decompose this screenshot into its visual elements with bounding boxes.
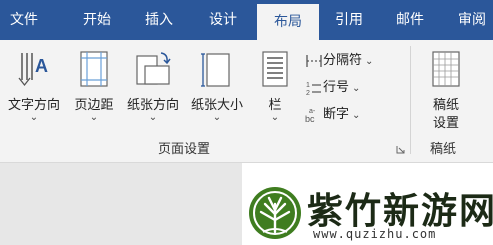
breaks-label: 分隔符 bbox=[323, 53, 363, 68]
chevron-down-icon: ⌄ bbox=[212, 112, 222, 123]
chevron-down-icon: ⌄ bbox=[148, 112, 158, 123]
margins-icon bbox=[80, 51, 108, 87]
site-watermark: 紫竹新游网 www.quzizhu.com bbox=[243, 180, 493, 245]
size-label: 纸张大小 bbox=[190, 98, 243, 113]
tab-layout[interactable]: 布局 bbox=[257, 4, 319, 40]
bamboo-tree-logo-icon bbox=[249, 187, 301, 239]
manuscript-label-line1: 稿纸 bbox=[432, 98, 459, 113]
chevron-down-icon: ⌄ bbox=[365, 56, 374, 67]
line-numbers-button[interactable]: 1 2 行号 ⌄ bbox=[305, 77, 360, 99]
tab-design[interactable]: 设计 bbox=[196, 0, 250, 40]
document-background bbox=[0, 163, 242, 245]
breaks-button[interactable]: 分隔符 ⌄ bbox=[305, 50, 373, 72]
margins-label: 页边距 bbox=[74, 98, 114, 113]
chevron-down-icon: ⌄ bbox=[89, 112, 99, 123]
svg-text:2: 2 bbox=[306, 90, 310, 96]
tab-file[interactable]: 文件 bbox=[0, 0, 48, 40]
line-numbers-icon: 1 2 bbox=[306, 82, 321, 96]
chevron-down-icon: ⌄ bbox=[29, 112, 39, 123]
ribbon-tab-bar: 文件 开始 插入 设计 布局 引用 邮件 审阅 bbox=[0, 0, 493, 40]
manuscript-label-line2: 设置 bbox=[432, 116, 459, 131]
manuscript-settings-button[interactable]: 稿纸 设置 bbox=[418, 40, 474, 136]
line-numbers-label: 行号 bbox=[323, 80, 350, 95]
hyphenation-icon: a- bc bbox=[305, 108, 316, 123]
ribbon-layout: A 文字方向 ⌄ 页边距 ⌄ 纸张方向 ⌄ 纸张大小 ⌄ 栏 ⌄ 分隔符 ⌄ 1… bbox=[0, 40, 493, 163]
svg-text:A: A bbox=[35, 56, 48, 76]
svg-text:1: 1 bbox=[306, 82, 310, 89]
chevron-down-icon: ⌄ bbox=[352, 110, 361, 121]
manuscript-paper-icon bbox=[432, 51, 460, 87]
tab-references[interactable]: 引用 bbox=[322, 0, 376, 40]
svg-text:bc: bc bbox=[305, 114, 315, 123]
margins-button[interactable]: 页边距 ⌄ bbox=[66, 40, 122, 136]
tab-mailings[interactable]: 邮件 bbox=[383, 0, 437, 40]
tab-insert[interactable]: 插入 bbox=[132, 0, 186, 40]
group-separator bbox=[410, 46, 411, 154]
columns-button[interactable]: 栏 ⌄ bbox=[255, 40, 295, 136]
size-button[interactable]: 纸张大小 ⌄ bbox=[185, 40, 249, 136]
chevron-down-icon: ⌄ bbox=[270, 112, 280, 123]
breaks-icon bbox=[306, 54, 322, 67]
tab-home[interactable]: 开始 bbox=[70, 0, 124, 40]
text-direction-icon: A bbox=[18, 53, 48, 87]
orientation-button[interactable]: 纸张方向 ⌄ bbox=[122, 40, 184, 136]
hyphenation-button[interactable]: a- bc 断字 ⌄ bbox=[305, 104, 360, 126]
hyphenation-label: 断字 bbox=[323, 107, 350, 122]
page-setup-group-label: 页面设置 bbox=[158, 142, 211, 157]
columns-icon bbox=[262, 51, 288, 87]
orientation-icon bbox=[136, 52, 171, 85]
chevron-down-icon: ⌄ bbox=[352, 83, 361, 94]
dialog-launcher-icon[interactable] bbox=[396, 145, 405, 154]
tab-review[interactable]: 审阅 bbox=[445, 0, 493, 40]
page-size-icon bbox=[201, 53, 230, 87]
site-url: www.quzizhu.com bbox=[313, 227, 437, 241]
orientation-label: 纸张方向 bbox=[126, 98, 179, 113]
manuscript-group-label: 稿纸 bbox=[430, 142, 457, 157]
text-direction-button[interactable]: A 文字方向 ⌄ bbox=[2, 40, 66, 136]
columns-label: 栏 bbox=[268, 98, 282, 113]
text-direction-label: 文字方向 bbox=[7, 98, 60, 113]
